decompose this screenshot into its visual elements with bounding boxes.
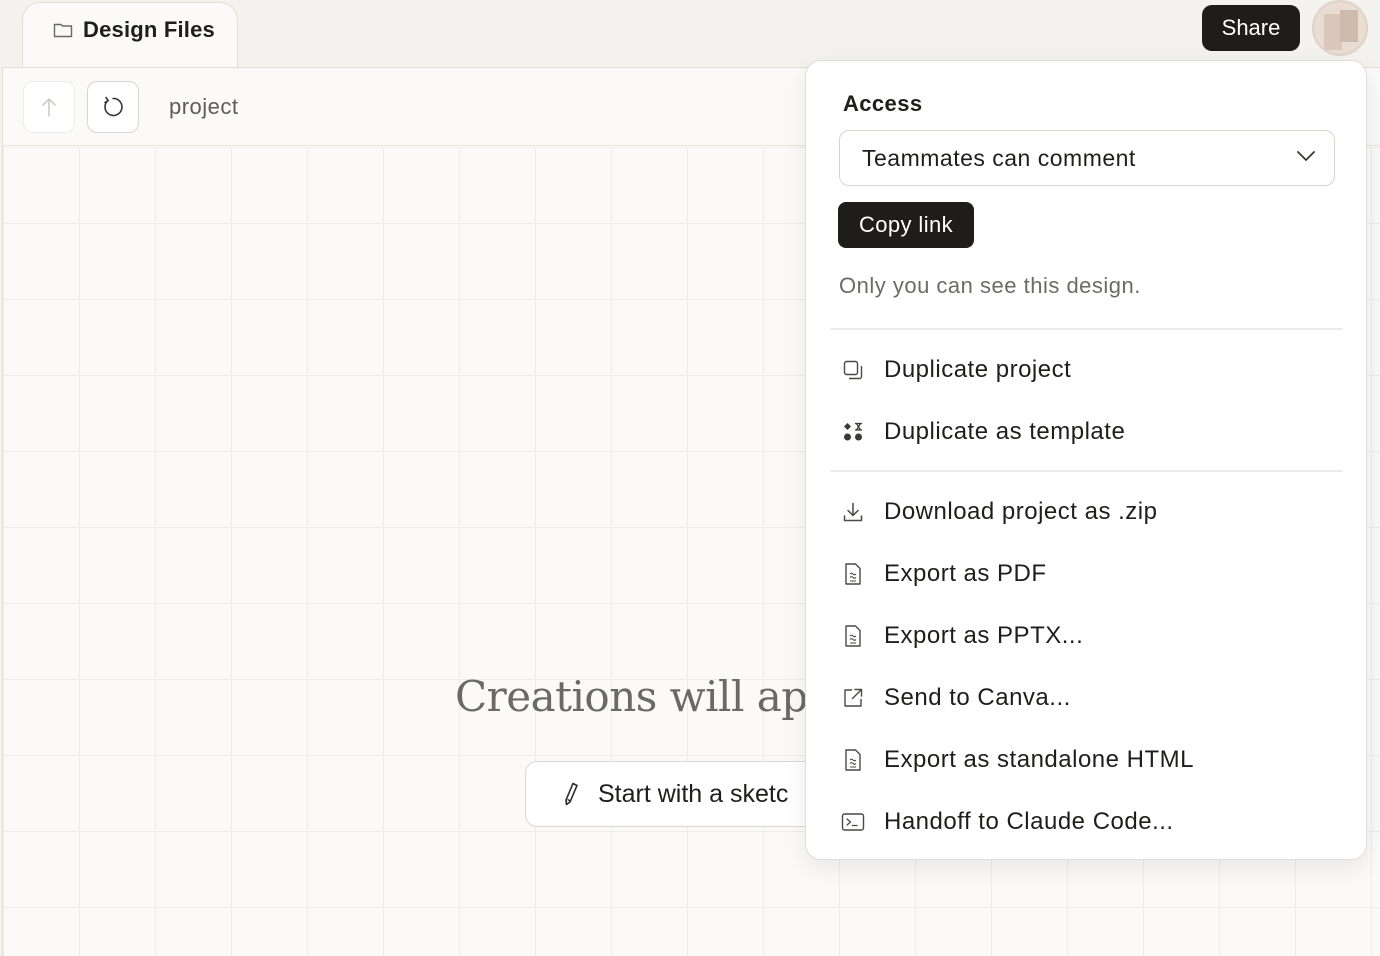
access-select[interactable]: Teammates can comment xyxy=(839,130,1335,186)
menu-item-duplicate-project[interactable]: Duplicate project xyxy=(840,350,1071,390)
tab-design-files[interactable]: Design Files xyxy=(22,2,238,70)
arrow-up-icon xyxy=(42,98,56,117)
download-icon xyxy=(843,502,863,522)
document-icon xyxy=(845,563,861,585)
menu-item-handoff-claude-code[interactable]: Handoff to Claude Code... xyxy=(840,802,1174,842)
copy-link-button[interactable]: Copy link xyxy=(838,202,974,248)
menu-item-label: Export as PDF xyxy=(884,560,1047,587)
visibility-note: Only you can see this design. xyxy=(839,273,1141,298)
menu-item-label: Send to Canva... xyxy=(884,684,1071,711)
navigate-up-button[interactable] xyxy=(23,81,75,133)
menu-item-label: Duplicate project xyxy=(884,356,1072,383)
access-label: Access xyxy=(843,91,923,116)
menu-item-export-pdf[interactable]: Export as PDF xyxy=(840,554,1047,594)
menu-item-label: Export as PPTX... xyxy=(884,622,1084,649)
avatar[interactable] xyxy=(1312,0,1368,56)
refresh-icon xyxy=(104,96,123,117)
menu-divider xyxy=(830,470,1343,472)
template-icon xyxy=(844,422,862,441)
access-select-value: Teammates can comment xyxy=(862,144,1136,171)
duplicate-icon xyxy=(843,360,863,380)
menu-item-label: Export as standalone HTML xyxy=(884,746,1194,773)
avatar-image-part xyxy=(1340,10,1358,42)
pencil-icon xyxy=(565,782,578,806)
menu-item-export-html[interactable]: Export as standalone HTML xyxy=(840,740,1194,780)
menu-item-download-zip[interactable]: Download project as .zip xyxy=(840,492,1157,532)
top-bar: Design Files Share xyxy=(0,0,1380,70)
breadcrumb[interactable]: project xyxy=(169,94,239,120)
tab-label: Design Files xyxy=(83,17,215,42)
chevron-down-icon xyxy=(1297,151,1315,161)
menu-item-export-pptx[interactable]: Export as PPTX... xyxy=(840,616,1083,656)
start-sketch-label: Start with a sketc xyxy=(598,779,789,808)
document-icon xyxy=(845,625,861,647)
menu-item-duplicate-template[interactable]: Duplicate as template xyxy=(840,412,1125,452)
empty-state-title: Creations will appe xyxy=(455,672,859,721)
share-popover: Access Teammates can comment Copy link O… xyxy=(805,60,1367,860)
menu-divider xyxy=(830,328,1343,330)
menu-item-send-to-canva[interactable]: Send to Canva... xyxy=(840,678,1071,718)
terminal-icon xyxy=(841,813,865,831)
menu-item-label: Duplicate as template xyxy=(884,418,1126,445)
folder-icon xyxy=(53,23,73,38)
share-button[interactable]: Share xyxy=(1202,5,1300,51)
document-icon xyxy=(845,749,861,771)
menu-item-label: Handoff to Claude Code... xyxy=(884,808,1174,835)
menu-item-label: Download project as .zip xyxy=(884,498,1158,525)
refresh-button[interactable] xyxy=(87,81,139,133)
external-link-icon xyxy=(844,688,863,707)
